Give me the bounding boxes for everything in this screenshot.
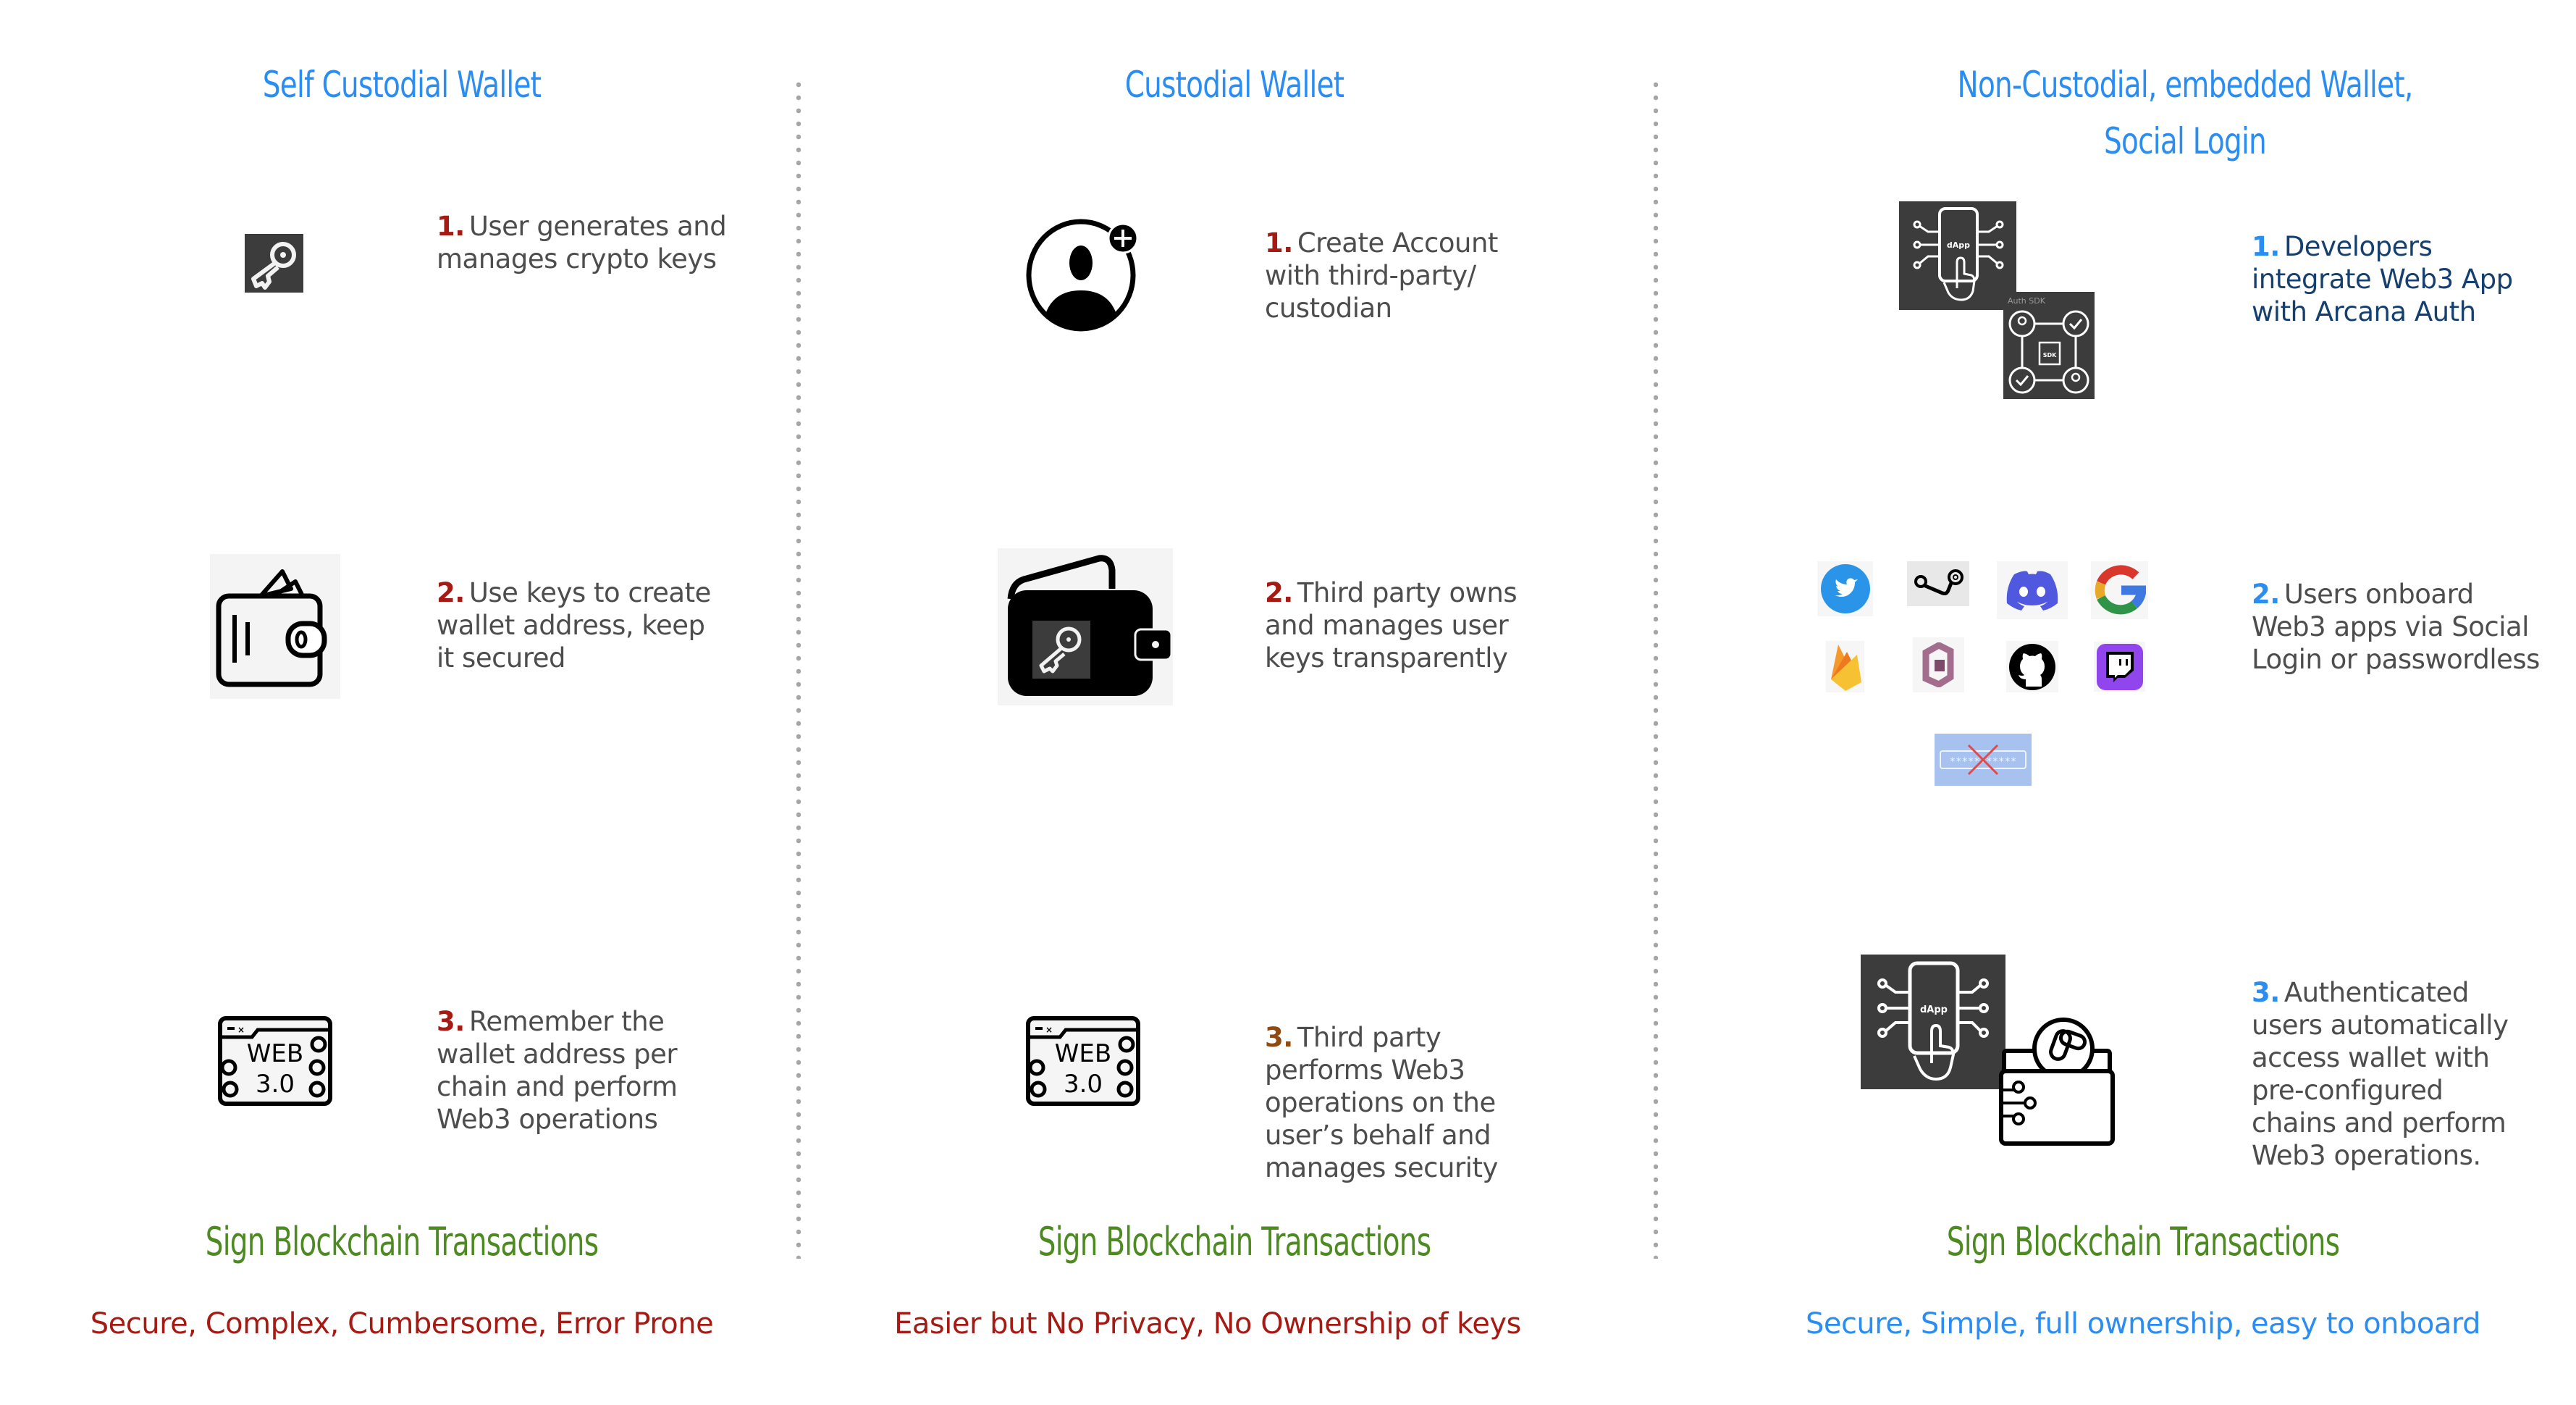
web-version-label: 3.0 — [256, 1070, 295, 1099]
passwordless-icon[interactable]: *****-***** — [1935, 734, 2032, 786]
web-version-label: 3.0 — [1064, 1070, 1103, 1099]
step-line: Developers — [2284, 231, 2433, 262]
step-custodial-1: 1. Create Account with third-party/ custo… — [1265, 227, 1612, 324]
step-number: 1. — [437, 211, 465, 242]
sign-transactions-label-custodial: Sign Blockchain Transactions — [1037, 1219, 1431, 1264]
auth-sdk-label: Auth SDK — [2008, 296, 2046, 306]
sdk-label: SDK — [2043, 352, 2057, 358]
step-number: 2. — [2252, 579, 2280, 610]
step-number: 2. — [437, 577, 465, 608]
google-icon[interactable] — [2091, 561, 2148, 619]
dapp-icon: dApp — [1861, 955, 2005, 1089]
step-line: Remember the — [468, 1006, 665, 1037]
step-number: 3. — [1265, 1022, 1293, 1053]
aws-cognito-icon[interactable] — [1913, 637, 1964, 692]
dapp-label: dApp — [1920, 1005, 1948, 1015]
key-icon — [245, 234, 303, 293]
step-self-custodial-3: 3. Remember the wallet address per chain … — [437, 1005, 755, 1136]
step-line: integrate Web3 App — [2252, 264, 2513, 295]
step-number: 1. — [2252, 231, 2280, 262]
step-line: pre-configured — [2252, 1075, 2444, 1106]
step-line: access wallet with — [2252, 1042, 2490, 1073]
step-line: with third-party/ — [1265, 260, 1476, 291]
dapp-auth-sdk-icon: dApp Auth SDK SDK — [1897, 201, 2100, 404]
step-custodial-3: 3. Third party performs Web3 operations o… — [1265, 1021, 1612, 1184]
column-divider-left — [796, 78, 801, 1259]
step-custodial-2: 2. Third party owns and manages user keys… — [1265, 576, 1612, 674]
web-label: WEB — [247, 1039, 303, 1068]
step-non-custodial-3: 3. Authenticated users automatically acce… — [2252, 976, 2576, 1172]
step-line: manages crypto keys — [437, 243, 717, 274]
step-line: performs Web3 — [1265, 1054, 1465, 1086]
column-title-self-custodial: Self Custodial Wallet — [262, 64, 542, 106]
dapp-label: dApp — [1947, 240, 1970, 250]
summary-non-custodial: Secure, Simple, full ownership, easy to … — [1805, 1307, 2481, 1341]
step-line: with Arcana Auth — [2252, 296, 2476, 327]
step-line: operations on the — [1265, 1087, 1496, 1118]
step-line: Use keys to create — [468, 577, 712, 608]
step-line: and manages user — [1265, 610, 1509, 641]
step-line: Create Account — [1297, 227, 1499, 259]
dapp-icon: dApp — [1899, 201, 2016, 310]
step-line: wallet address per — [437, 1039, 678, 1070]
wallet-coin-icon — [1997, 1009, 2120, 1148]
web3-browser-icon: × WEB 3.0 — [1024, 1014, 1142, 1108]
step-line: keys transparently — [1265, 642, 1508, 674]
summary-custodial: Easier but No Privacy, No Ownership of k… — [894, 1307, 1521, 1341]
step-line: Users onboard — [2284, 579, 2474, 610]
auth-sdk-icon: Auth SDK SDK — [2003, 292, 2095, 399]
step-non-custodial-2: 2. Users onboard Web3 apps via Social Log… — [2252, 578, 2576, 676]
svg-text:×: × — [237, 1025, 245, 1035]
add-user-icon — [1017, 206, 1148, 333]
sign-transactions-label-non-custodial: Sign Blockchain Transactions — [1946, 1219, 2340, 1264]
github-icon[interactable] — [2006, 641, 2058, 692]
step-line: Authenticated — [2284, 977, 2470, 1008]
step-line: Third party — [1297, 1022, 1441, 1053]
step-line: users automatically — [2252, 1010, 2509, 1041]
step-self-custodial-1: 1. User generates and manages crypto keys — [437, 210, 755, 275]
step-non-custodial-1: 1. Developers integrate Web3 App with Arc… — [2252, 230, 2570, 328]
steam-icon[interactable] — [1907, 561, 1969, 606]
wallet-icon — [210, 554, 340, 699]
step-line: chain and perform — [437, 1071, 678, 1102]
summary-self-custodial: Secure, Complex, Cumbersome, Error Prone — [90, 1307, 714, 1341]
step-number: 2. — [1265, 577, 1293, 608]
step-number: 3. — [2252, 977, 2280, 1008]
discord-icon[interactable] — [1997, 561, 2068, 619]
web-label: WEB — [1055, 1039, 1111, 1068]
step-self-custodial-2: 2. Use keys to create wallet address, kee… — [437, 576, 755, 674]
step-line: custodian — [1265, 293, 1392, 324]
sign-transactions-label-self-custodial: Sign Blockchain Transactions — [205, 1219, 599, 1264]
step-line: Web3 operations — [437, 1104, 658, 1135]
svg-text:×: × — [1045, 1025, 1053, 1035]
step-line: manages security — [1265, 1152, 1498, 1183]
twitch-icon[interactable] — [2094, 642, 2145, 692]
firebase-icon[interactable] — [1826, 641, 1864, 692]
step-line: user’s behalf and — [1265, 1120, 1491, 1151]
step-line: chains and perform — [2252, 1107, 2506, 1138]
dapp-wallet-icon: dApp — [1861, 955, 2129, 1150]
step-line: Web3 operations. — [2252, 1140, 2481, 1171]
step-number: 3. — [437, 1006, 465, 1037]
web3-browser-icon: × WEB 3.0 — [216, 1014, 334, 1108]
step-number: 1. — [1265, 227, 1293, 259]
step-line: Third party owns — [1297, 577, 1518, 608]
column-title-non-custodial-line2: Social Login — [2104, 120, 2267, 162]
column-title-custodial: Custodial Wallet — [1124, 64, 1344, 106]
password-mask: *****-***** — [1950, 756, 2017, 768]
column-title-non-custodial-line1: Non-Custodial, embedded Wallet, — [1957, 64, 2414, 106]
step-line: wallet address, keep — [437, 610, 705, 641]
step-line: it secured — [437, 642, 566, 674]
column-divider-right — [1654, 78, 1658, 1259]
wallet-key-icon — [998, 548, 1173, 705]
twitter-icon[interactable] — [1817, 561, 1873, 616]
step-line: User generates and — [468, 211, 727, 242]
step-line: Login or passwordless — [2252, 644, 2540, 675]
step-line: Web3 apps via Social — [2252, 611, 2529, 642]
